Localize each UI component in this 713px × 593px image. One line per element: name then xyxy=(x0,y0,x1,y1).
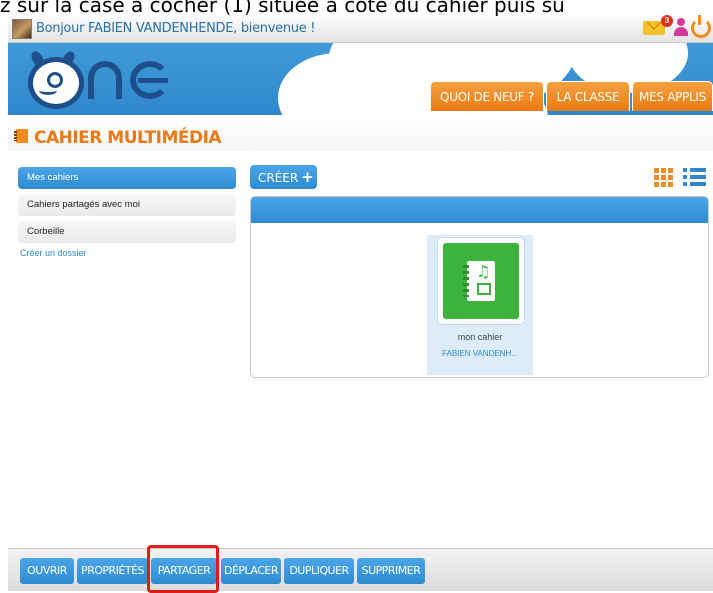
greeting-text: Bonjour FABIEN VANDENHENDE, bienvenue ! xyxy=(36,21,316,36)
open-button[interactable]: OUVRIR xyxy=(20,558,74,584)
sidebar-item-cahiers-partages[interactable]: Cahiers partagés avec moi xyxy=(18,194,236,216)
notebook-owner: FABIEN VANDENH... xyxy=(442,349,518,358)
share-highlight-annotation xyxy=(147,545,219,593)
logout-icon[interactable] xyxy=(691,15,711,38)
move-button[interactable]: DÉPLACER xyxy=(221,558,281,584)
user-icon[interactable] xyxy=(673,18,689,36)
nav-la-classe[interactable]: LA CLASSE xyxy=(546,81,630,111)
panel-header xyxy=(251,197,708,223)
nav-mes-applis[interactable]: MES APPLIS xyxy=(632,81,713,111)
page-title-area: CAHIER MULTIMÉDIA xyxy=(8,115,713,151)
one-logo[interactable] xyxy=(26,49,186,111)
create-button[interactable]: CRÉER + xyxy=(250,165,317,189)
properties-button[interactable]: PROPRIÉTÉS xyxy=(77,558,148,584)
notebook-thumbnail[interactable] xyxy=(437,237,525,325)
nav-quoi-de-neuf[interactable]: QUOI DE NEUF ? xyxy=(430,81,544,111)
header: QUOI DE NEUF ? LA CLASSE MES APPLIS xyxy=(8,43,713,115)
mail-badge: 3 xyxy=(661,15,673,27)
create-folder-link[interactable]: Créer un dossier xyxy=(18,248,236,258)
duplicate-button[interactable]: DUPLIQUER xyxy=(284,558,354,584)
notebook-icon xyxy=(463,261,495,301)
sidebar: Mes cahiers Cahiers partagés avec moi Co… xyxy=(18,167,236,258)
create-button-label: CRÉER xyxy=(258,171,299,185)
delete-button[interactable]: SUPPRIMER xyxy=(357,558,425,584)
notebook-card[interactable]: mon cahier FABIEN VANDENH... xyxy=(427,235,533,375)
list-view-icon[interactable] xyxy=(683,167,707,187)
notebook-title[interactable]: mon cahier xyxy=(427,332,533,342)
sidebar-item-mes-cahiers[interactable]: Mes cahiers xyxy=(18,167,236,189)
sidebar-item-corbeille[interactable]: Corbeille xyxy=(18,221,236,243)
top-bar: Bonjour FABIEN VANDENHENDE, bienvenue ! … xyxy=(8,15,713,43)
avatar[interactable] xyxy=(12,19,32,39)
plus-icon: + xyxy=(301,168,314,186)
notebooks-panel: mon cahier FABIEN VANDENH... xyxy=(250,196,709,378)
grid-view-icon[interactable] xyxy=(654,168,674,187)
notebook-app-icon xyxy=(14,129,28,143)
page-title: CAHIER MULTIMÉDIA xyxy=(34,128,222,148)
